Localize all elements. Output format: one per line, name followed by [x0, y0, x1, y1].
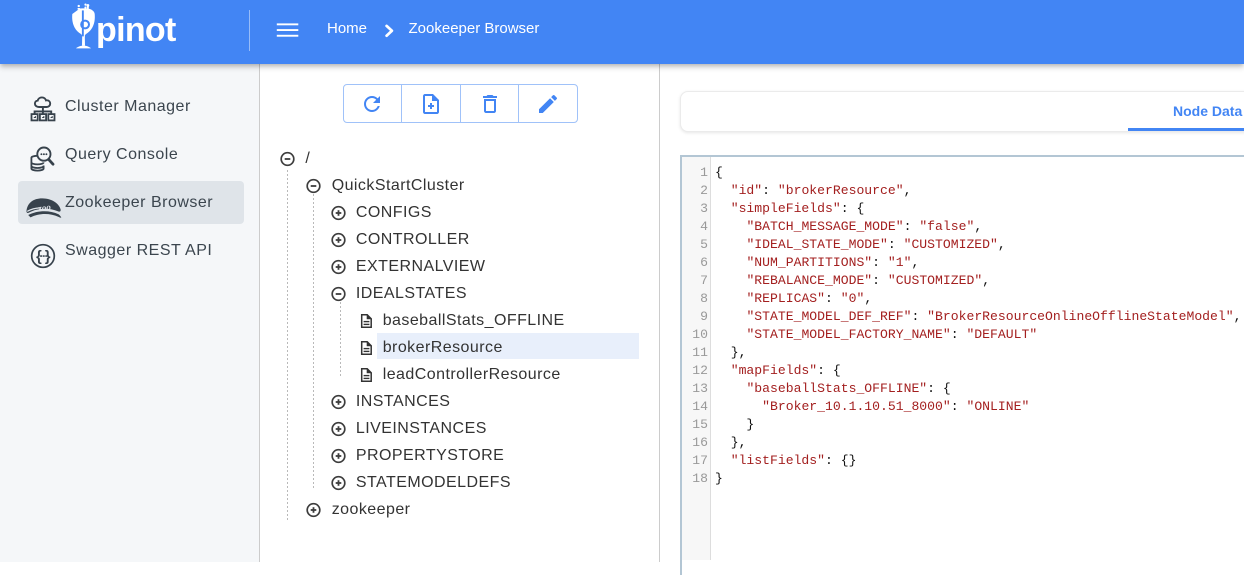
svg-text:zoo: zoo: [37, 202, 52, 214]
